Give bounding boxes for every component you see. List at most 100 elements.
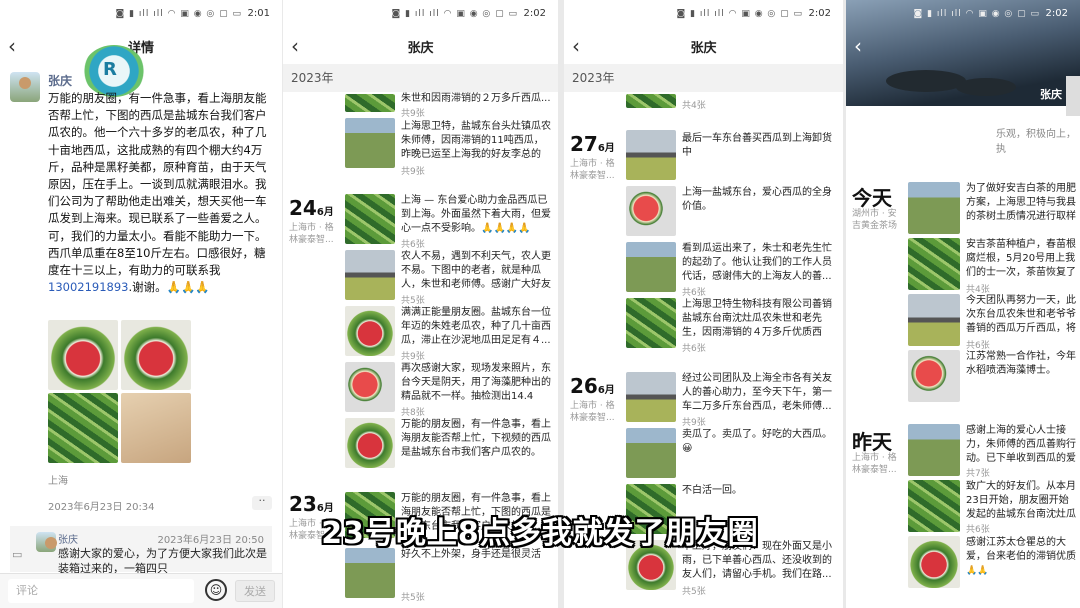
entry-text[interactable]: 上海一盐城东台，爱心西瓜的全身价值。: [682, 186, 832, 214]
image-count: 共5张: [401, 296, 425, 306]
date-month: 6月: [316, 207, 334, 218]
entry-image[interactable]: [345, 94, 395, 112]
status-time: 2:02: [523, 8, 546, 19]
date-month: 6月: [597, 143, 615, 154]
image-count: 共4张: [682, 101, 706, 111]
image-count: 共5张: [401, 593, 425, 603]
entry-image[interactable]: [626, 242, 676, 292]
status-bar: ◙ ▮ ıll ıll ◠ ▣ ◉ ◎ ▢ ▭ 2:02: [564, 0, 843, 30]
entry-image[interactable]: [345, 306, 395, 356]
date-month: 6月: [597, 385, 615, 396]
avatar[interactable]: [10, 72, 40, 102]
date-day: 27: [570, 132, 598, 156]
post-image[interactable]: [121, 393, 191, 463]
logo-letter: R: [103, 59, 117, 80]
entry-text[interactable]: 农人不易，遇到不利天气，农人更不易。下图中的老者，就是种瓜人，朱世和老师傅。感谢…: [401, 250, 551, 292]
entry-image[interactable]: [908, 294, 960, 346]
entry-text[interactable]: 江苏常熟一合作社，今年水稻喷洒海藻博士。: [966, 350, 1078, 378]
image-count: 共6张: [682, 344, 706, 354]
entry-text[interactable]: 感谢上海的爱心人士接力，朱师傅的西瓜善购行动。已下单收到西瓜的爱心人士，请见: [966, 424, 1078, 466]
post-image[interactable]: [48, 393, 118, 463]
entry-image[interactable]: [908, 238, 960, 290]
entry-text[interactable]: 看到瓜运出来了，朱士和老先生忙的起劲了。他认让我们的工作人员代话，感谢伟大的上海…: [682, 242, 832, 284]
entry-text[interactable]: 上海思卫特生物科技有限公司善销盐城东台南沈灶瓜农朱世和老先生，因雨滞销的４万多斤…: [682, 298, 832, 340]
profile-signature: 乐观，积极向上，执: [996, 129, 1076, 155]
entry-date: 276月: [570, 132, 615, 156]
nav-bar: ‹ 张庆: [564, 30, 843, 62]
status-bar: ◙ ▮ ıll ıll ◠ ▣ ◉ ◎ ▢ ▭ 2:01: [0, 0, 282, 30]
image-count: 共9张: [401, 109, 425, 119]
entry-image[interactable]: [345, 118, 395, 168]
entry-location[interactable]: 上海市 · 格林豪泰智...: [289, 222, 341, 246]
emoji-icon[interactable]: ☺: [205, 579, 227, 601]
entry-text[interactable]: 上海 — 东台爱心助力金品西瓜已到上海。外面虽然下着大雨，但爱心一点不受影响。🙏…: [401, 194, 551, 236]
entry-image[interactable]: [626, 94, 676, 108]
entry-text[interactable]: 再次感谢大家，现场发来照片，东台今天是阴天，用了海藻肥种出的精品就不一样。抽检测…: [401, 362, 551, 404]
entry-video[interactable]: [908, 350, 960, 402]
post-author[interactable]: 张庆: [48, 72, 72, 89]
entry-text[interactable]: 今天团队再努力一天，此次东台瓜农朱世和老爷爷善销的西瓜万斤西瓜，将全部派送完成。: [966, 294, 1078, 336]
post-location[interactable]: 上海: [48, 472, 68, 487]
entry-text[interactable]: 经过公司团队及上海全市各有关友人的善心助力，至今天下午，第一车二万多斤东台西瓜，…: [682, 372, 832, 414]
image-count: 共5张: [682, 587, 706, 597]
entry-text[interactable]: 万能的朋友圈，有一件急事，看上海朋友能否帮上忙，下视频的西瓜是盐城东台市我们客户…: [401, 418, 551, 460]
entry-video[interactable]: [908, 182, 960, 234]
entry-image[interactable]: [626, 372, 676, 422]
entry-text[interactable]: 为了做好安吉白茶的用肥方案，上海思卫特与我县的茶树土质情况进行取样: [966, 182, 1078, 224]
entry-location[interactable]: 上海市 · 格林豪泰智...: [570, 158, 622, 182]
entry-text[interactable]: 朱世和因雨滞销的２万多斤西瓜...: [401, 92, 551, 106]
entry-location[interactable]: 上海市 · 格林豪泰智...: [570, 400, 622, 424]
entry-date: 246月: [289, 196, 334, 220]
cover-rock: [886, 70, 966, 92]
status-bar: ◙ ▮ ıll ıll ◠ ▣ ◉ ◎ ▢ ▭ 2:02: [283, 0, 558, 30]
year-header: 2023年: [564, 64, 843, 92]
entry-emoji: 🙏🙏: [966, 566, 989, 576]
entry-video[interactable]: [345, 418, 395, 468]
post-image[interactable]: [121, 320, 191, 390]
date-day: 24: [289, 196, 317, 220]
entry-date-yesterday: 昨天: [852, 430, 892, 454]
entry-image[interactable]: [345, 194, 395, 244]
entry-date: 266月: [570, 374, 615, 398]
status-icons: ◙ ▮ ıll ıll ◠ ▣ ◉ ◎ ▢ ▭: [391, 9, 518, 19]
nav-bar: ‹: [846, 30, 1080, 62]
entry-text[interactable]: 卖瓜了。卖瓜了。好吃的大西瓜。😀: [682, 428, 832, 456]
image-count: 共9张: [401, 167, 425, 177]
video-subtitle: 23号晚上8点多我就发了朋友圈: [321, 516, 759, 551]
entry-text[interactable]: 上海思卫特，盐城东台头灶镇瓜农朱师傅，因雨滞销的11吨西瓜，昨晚已运至上海我的好…: [401, 120, 551, 162]
entry-location[interactable]: 上海市 · 格林豪泰智...: [852, 452, 904, 476]
status-time: 2:02: [1045, 8, 1068, 19]
page-title: 张庆: [690, 41, 717, 56]
entry-text[interactable]: 安吉茶苗种植户，春苗根腐烂根，5月20号用上我们的士一次，茶苗恢复了正常生长: [966, 238, 1078, 280]
image-count: 共8张: [401, 408, 425, 418]
entry-image[interactable]: [626, 186, 676, 236]
send-button[interactable]: 发送: [235, 580, 275, 602]
cover-rock: [956, 78, 1016, 96]
entry-image[interactable]: [345, 362, 395, 412]
avatar[interactable]: [1066, 76, 1080, 116]
entry-location[interactable]: 湖州市 · 安吉黄金茶场: [852, 208, 904, 232]
entry-image[interactable]: [626, 298, 676, 348]
chevron-left-icon[interactable]: ‹: [854, 34, 862, 58]
entry-text[interactable]: 不白活一回。: [682, 484, 832, 498]
status-time: 2:02: [808, 8, 831, 19]
entry-text[interactable]: 满满正能量朋友圈。盐城东台一位年迈的朱姓老瓜农，种了几十亩西瓜，滞止在沙泥地瓜田…: [401, 306, 551, 348]
status-icons: ◙ ▮ ıll ıll ◠ ▣ ◉ ◎ ▢ ▭: [115, 9, 242, 19]
comment-input[interactable]: 评论: [8, 579, 194, 603]
entry-image[interactable]: [345, 548, 395, 598]
entry-image[interactable]: [345, 250, 395, 300]
entry-image[interactable]: [908, 424, 960, 476]
phone-link[interactable]: 13002191893: [48, 280, 128, 294]
entry-text[interactable]: 最后一车东台善买西瓜到上海卸货中: [682, 132, 832, 160]
page-title: 详情: [127, 41, 154, 56]
image-count: 共9张: [682, 418, 706, 428]
entry-video[interactable]: [626, 428, 676, 478]
post-image[interactable]: [48, 320, 118, 390]
status-icons: ◙ ▮ ıll ıll ◠ ▣ ◉ ◎ ▢ ▭: [913, 9, 1040, 19]
year-header: 2023年: [283, 64, 558, 92]
post-text: 万能的朋友圈，有一件急事，看上海朋友能否帮上忙，下图的西瓜是盐城东台我们客户瓜农…: [48, 91, 267, 278]
entry-image[interactable]: [626, 130, 676, 180]
page-title: 张庆: [407, 41, 434, 56]
post-tail: .谢谢。🙏🙏🙏: [128, 280, 210, 295]
image-count: 共6张: [401, 240, 425, 250]
